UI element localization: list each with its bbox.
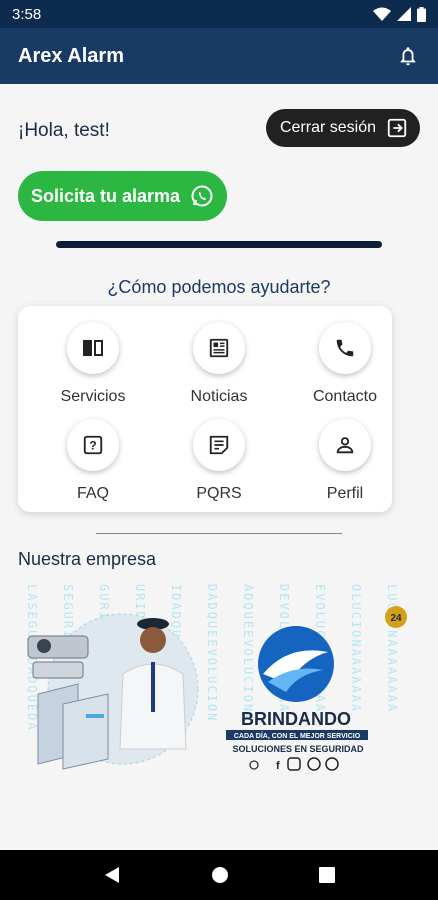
grid-label: FAQ [76, 485, 109, 502]
logout-label: Cerrar sesión [279, 119, 376, 136]
turnstile-graphic [37, 683, 109, 770]
greeting-text: ¡Hola, test! [18, 120, 110, 141]
section-divider [56, 241, 382, 248]
grid-item-faq[interactable]: ? FAQ [31, 419, 155, 503]
anniversary-badge: 24 [385, 606, 407, 628]
signal-icon [397, 7, 411, 21]
person-icon [336, 437, 354, 454]
grid-label: PQRS [196, 485, 242, 502]
brand-logo [258, 626, 334, 702]
request-alarm-label: Solicita tu alarma [30, 185, 181, 206]
services-grid: Servicios Noticias Contacto ? FAQ PQRS P… [18, 306, 392, 512]
main-content: ¡Hola, test! Cerrar sesión Solicita tu a… [0, 84, 438, 850]
company-banner: LASEGURIDADQUEDA SEGURIDADQUEEVO GURIDAD… [18, 574, 408, 774]
grid-item-perfil[interactable]: Perfil [283, 419, 407, 503]
brand-tagline: CADA DÍA, CON EL MEJOR SERVICIO [234, 731, 361, 740]
company-banner-graphic: LASEGURIDADQUEDA SEGURIDADQUEEVO GURIDAD… [25, 584, 407, 772]
back-icon[interactable] [103, 866, 121, 884]
status-bar: 3:58 [0, 0, 438, 28]
svg-text:OLUCIONAAAAAAA: OLUCIONAAAAAAA [349, 584, 363, 713]
svg-text:f: f [276, 760, 280, 772]
bell-icon[interactable] [396, 44, 420, 68]
svg-text:24: 24 [390, 613, 402, 624]
brand-subtitle: SOLUCIONES EN SEGURIDAD [232, 744, 364, 754]
company-title: Nuestra empresa [18, 549, 157, 569]
app-title: Arex Alarm [18, 44, 124, 67]
social-icons: f [249, 757, 339, 772]
grid-label: Contacto [312, 388, 378, 405]
brand-name: BRINDANDO [241, 709, 351, 729]
camera-graphic [27, 635, 89, 679]
svg-text:?: ? [89, 439, 96, 453]
note-icon [209, 435, 229, 455]
grid-item-servicios[interactable]: Servicios [31, 322, 155, 406]
recents-icon[interactable] [319, 867, 335, 883]
home-icon[interactable] [211, 866, 229, 884]
logout-icon [387, 118, 407, 138]
request-alarm-button[interactable]: Solicita tu alarma [18, 171, 227, 221]
help-title: ¿Cómo podemos ayudarte? [107, 277, 331, 297]
question-icon: ? [83, 435, 103, 455]
svg-text:LUCIONAAAAAAAA: LUCIONAAAAAAAA [385, 584, 399, 713]
newspaper-icon [209, 338, 229, 358]
grid-label: Noticias [190, 388, 248, 405]
battery-icon [417, 6, 426, 22]
grid-item-pqrs[interactable]: PQRS [157, 419, 281, 503]
thin-divider [96, 533, 342, 534]
whatsapp-icon [191, 185, 213, 207]
grid-label: Perfil [326, 485, 364, 502]
grid-label: Servicios [60, 388, 126, 405]
app-bar: Arex Alarm [0, 28, 438, 84]
system-nav-bar [0, 850, 438, 900]
svg-text:DADQUEEVOLUCION: DADQUEEVOLUCION [205, 584, 219, 722]
wifi-icon [373, 7, 391, 21]
status-time: 3:58 [12, 5, 42, 23]
phone-icon [336, 339, 354, 357]
book-icon [83, 340, 103, 356]
grid-item-contacto[interactable]: Contacto [283, 322, 407, 406]
svg-text:ADQUEEVOLUCIONA: ADQUEEVOLUCIONA [241, 584, 255, 722]
logout-button[interactable]: Cerrar sesión [265, 109, 420, 147]
grid-item-noticias[interactable]: Noticias [157, 322, 281, 406]
